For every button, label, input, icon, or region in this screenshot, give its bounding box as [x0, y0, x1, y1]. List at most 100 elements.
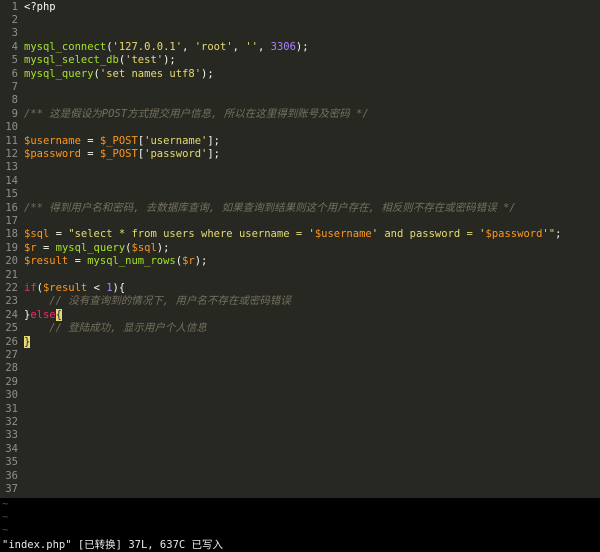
code-line[interactable]: 3	[0, 27, 24, 40]
code-token: =	[49, 228, 69, 241]
line-number: 7	[11, 80, 18, 93]
code-line[interactable]: 30	[0, 389, 24, 402]
code-line[interactable]: 17	[0, 215, 24, 228]
line-number: 1	[11, 0, 18, 13]
code-token: 'username'	[144, 134, 208, 147]
line-number: 17	[5, 214, 18, 227]
code-token: );	[163, 54, 176, 67]
code-line[interactable]: 6 mysql_query('set names utf8');	[0, 68, 214, 81]
code-line[interactable]: 12 $password = $_POST['password'];	[0, 148, 220, 161]
code-line[interactable]: 31	[0, 403, 24, 416]
code-line[interactable]: 22 if($result < 1){	[0, 282, 125, 295]
code-line[interactable]: 7	[0, 81, 24, 94]
line-number: 5	[11, 54, 18, 67]
line-number: 36	[5, 469, 18, 482]
code-line[interactable]: 15	[0, 188, 24, 201]
line-content: // 没有查询到的情况下, 用户名不存在或密码错误	[24, 295, 291, 307]
code-line[interactable]: 25 // 登陆成功, 显示用户个人信息	[0, 322, 207, 335]
line-number: 19	[5, 241, 18, 254]
code-line[interactable]: 14	[0, 175, 24, 188]
line-number: 20	[5, 255, 18, 268]
code-token: if	[24, 281, 37, 294]
code-line[interactable]: 29	[0, 376, 24, 389]
code-token: mysql_num_rows	[87, 255, 176, 268]
line-number: 9	[11, 107, 18, 120]
code-token: 'set names utf8'	[99, 67, 202, 80]
line-number: 24	[5, 308, 18, 321]
text-cursor: {	[55, 308, 62, 321]
line-content: }else{	[24, 308, 62, 321]
code-token: ];	[207, 147, 221, 160]
code-line[interactable]: 16 /** 得到用户名和密码, 去数据库查询, 如果查询到结果则这个用户存在, …	[0, 201, 515, 215]
code-token: $r	[24, 241, 37, 254]
code-line[interactable]: 19 $r = mysql_query($sql);	[0, 242, 169, 255]
empty-line-marker: ~	[2, 524, 9, 536]
code-token: '"	[542, 228, 556, 241]
line-number: 4	[11, 40, 18, 53]
code-line[interactable]: 33	[0, 429, 24, 442]
code-line[interactable]: 10	[0, 121, 24, 134]
empty-line-marker: ~	[2, 511, 9, 523]
code-line[interactable]: 32	[0, 416, 24, 429]
line-number: 15	[5, 188, 18, 201]
code-token: ;	[555, 228, 562, 241]
code-token: =	[68, 255, 88, 268]
line-number: 8	[11, 94, 18, 107]
code-token: $username	[24, 134, 81, 147]
code-line[interactable]: 35	[0, 456, 24, 469]
line-number: 34	[5, 442, 18, 455]
code-line[interactable]: 1 <?php	[0, 1, 56, 14]
line-number: 22	[5, 281, 18, 294]
line-number: 26	[5, 335, 18, 348]
line-number: 18	[5, 228, 18, 241]
line-number: 11	[5, 134, 18, 147]
line-number: 30	[5, 389, 18, 402]
code-line[interactable]: 21	[0, 269, 24, 282]
code-line[interactable]: 20 $result = mysql_num_rows($r);	[0, 255, 207, 268]
line-number: 37	[5, 482, 18, 495]
code-token: $password	[24, 147, 81, 160]
code-token: ''	[245, 40, 258, 53]
code-line[interactable]: 37	[0, 483, 24, 496]
code-line[interactable]: 13	[0, 161, 24, 174]
code-line[interactable]: 23 // 没有查询到的情况下, 用户名不存在或密码错误	[0, 295, 291, 308]
code-line[interactable]: 11 $username = $_POST['username'];	[0, 135, 220, 148]
code-token: );	[194, 255, 208, 268]
line-number: 13	[5, 161, 18, 174]
code-line[interactable]: 36	[0, 470, 24, 483]
code-token: <	[87, 281, 107, 294]
line-content: /** 这是假设为POST方式提交用户信息, 所以在这里得到账号及密码 */	[24, 108, 369, 120]
code-line[interactable]: 4 mysql_connect('127.0.0.1', 'root', '', …	[0, 41, 309, 54]
code-line[interactable]: 34	[0, 443, 24, 456]
code-line[interactable]: 9 /** 这是假设为POST方式提交用户信息, 所以在这里得到账号及密码 */	[0, 108, 369, 121]
status-message: "index.php" [已转换] 37L, 637C 已写入	[0, 538, 600, 552]
code-line[interactable]: 2	[0, 14, 24, 27]
code-token: <?php	[24, 0, 56, 13]
line-content: if($result < 1){	[24, 282, 125, 294]
code-token: $result	[42, 281, 88, 294]
code-line[interactable]: 26}	[0, 335, 31, 349]
line-content: mysql_select_db('test');	[24, 54, 176, 66]
line-number: 10	[5, 121, 18, 134]
code-line[interactable]: 27	[0, 349, 24, 362]
code-token: $username	[314, 228, 372, 241]
line-number: 12	[5, 147, 18, 160]
line-number: 28	[5, 362, 18, 375]
line-number: 23	[5, 295, 18, 308]
line-number: 6	[11, 67, 18, 80]
code-token: $r	[182, 255, 195, 268]
code-token: $_POST	[99, 134, 138, 147]
code-editor[interactable]: 1 <?php 2 3 4 mysql_connect('127.0.0.1', 'roo…	[0, 0, 600, 498]
line-number: 31	[5, 402, 18, 415]
code-line[interactable]: 24 }else{	[0, 308, 62, 322]
code-token: mysql_query	[55, 241, 126, 254]
line-number: 16	[5, 201, 18, 214]
line-number: 35	[5, 456, 18, 469]
code-line[interactable]: 8	[0, 94, 24, 107]
line-content: mysql_query('set names utf8');	[24, 68, 214, 80]
code-line[interactable]: 5 mysql_select_db('test');	[0, 54, 176, 67]
code-line[interactable]: 28	[0, 362, 24, 375]
line-number: 27	[5, 348, 18, 361]
code-token: ,	[257, 40, 271, 53]
code-line[interactable]: 18 $sql = "select * from users where user…	[0, 228, 561, 241]
